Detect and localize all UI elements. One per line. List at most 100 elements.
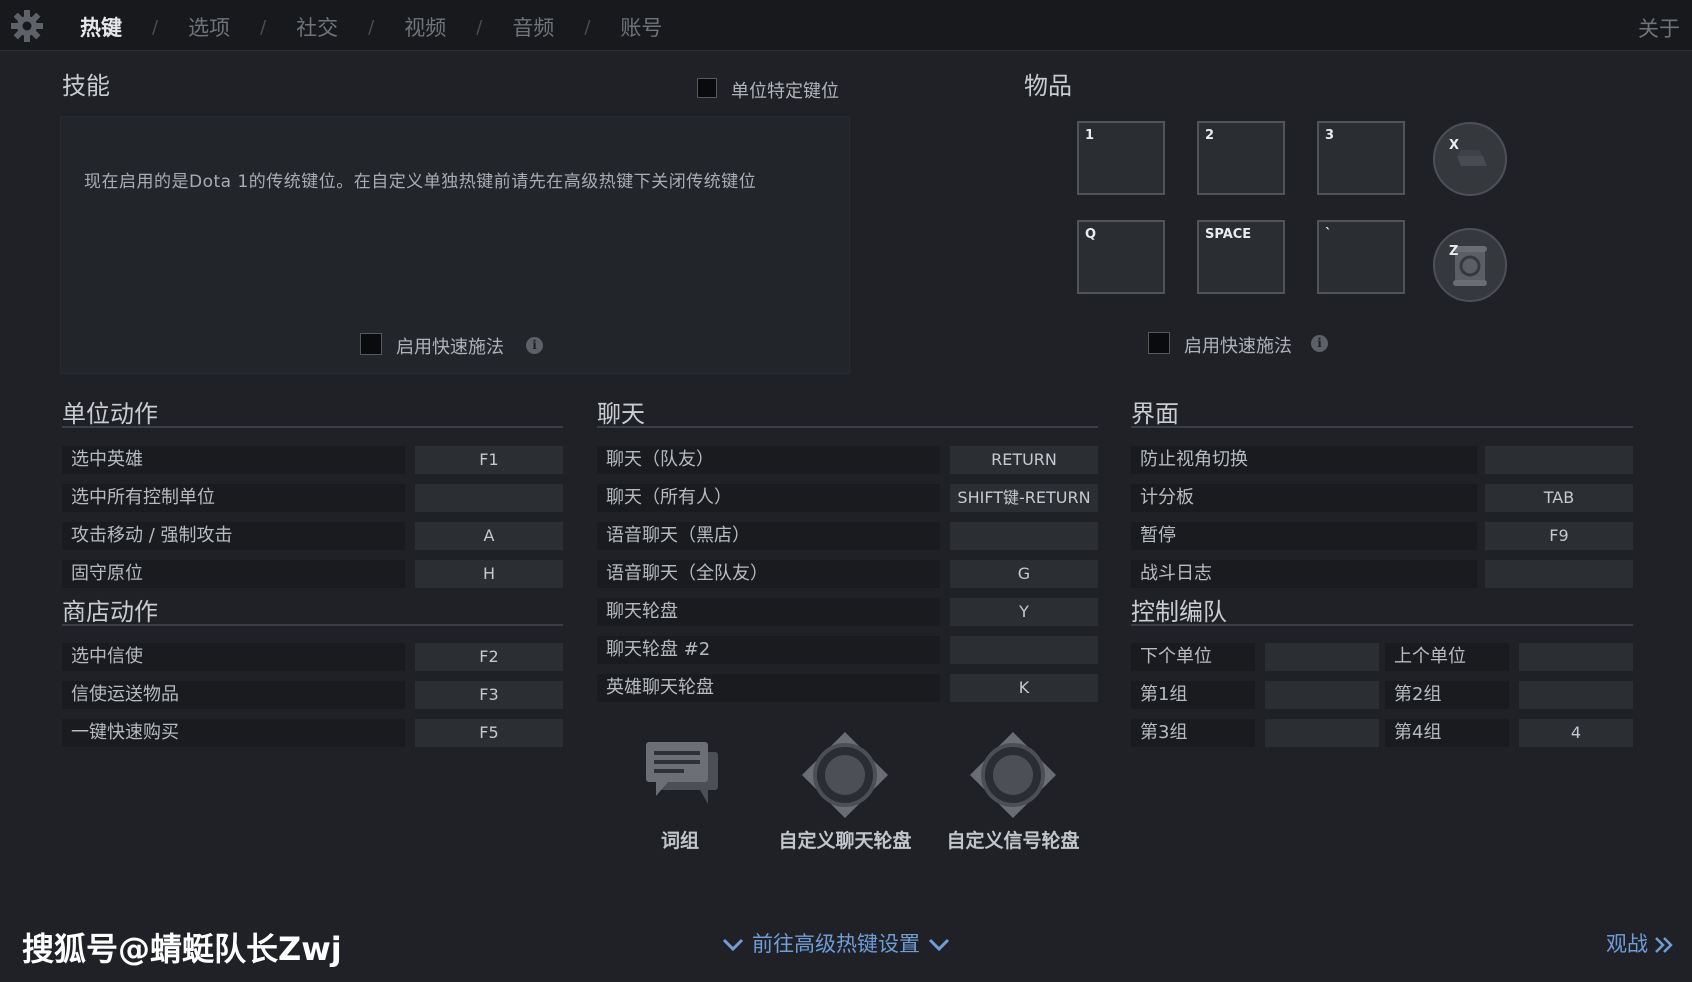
top-bar: 热键 / 选项 / 社交 / 视频 / 音频 / 账号 关于 (0, 0, 1692, 51)
chat-wheel-icon (802, 732, 888, 818)
info-icon[interactable]: i (526, 337, 543, 354)
unit-specific-checkbox[interactable] (697, 78, 717, 98)
hotkey-binding[interactable]: A (415, 522, 563, 550)
hotkey-binding[interactable]: RETURN (950, 446, 1098, 474)
hotkey-binding[interactable] (950, 522, 1098, 550)
control-group-row: 第2组 (1385, 681, 1633, 709)
tab-audio[interactable]: 音频 (512, 12, 554, 42)
control-groups-title: 控制编队 (1131, 598, 1227, 626)
tab-separator: / (260, 16, 267, 38)
skills-quickcast-label: 启用快速施法 (396, 337, 504, 358)
custom-ping-wheel-button[interactable]: 自定义信号轮盘 (938, 730, 1088, 858)
hotkey-binding[interactable] (1485, 446, 1633, 474)
hotkey-binding[interactable]: H (415, 560, 563, 588)
custom-chat-wheel-label: 自定义聊天轮盘 (778, 830, 912, 852)
control-group-binding[interactable] (1265, 643, 1379, 671)
tab-account[interactable]: 账号 (620, 12, 662, 42)
tab-options[interactable]: 选项 (188, 12, 230, 42)
skills-quickcast-checkbox[interactable] (360, 333, 382, 355)
spectate-link[interactable]: 观战 (1606, 928, 1674, 958)
hotkey-binding[interactable] (1485, 560, 1633, 588)
double-chevron-right-icon (1655, 937, 1673, 953)
control-group-binding[interactable] (1265, 681, 1379, 709)
hotkey-binding[interactable]: G (950, 560, 1098, 588)
hotkey-label: 聊天轮盘 #2 (597, 636, 940, 664)
unit-specific-label: 单位特定键位 (731, 81, 839, 102)
item-slot-2[interactable]: 2 (1197, 121, 1285, 195)
control-group-label: 上个单位 (1385, 643, 1509, 671)
tab-video[interactable]: 视频 (404, 12, 446, 42)
ping-wheel-icon (970, 732, 1056, 818)
hotkey-row: 暂停 F9 (1131, 522, 1633, 550)
hotkey-label: 聊天（所有人） (597, 484, 940, 512)
hotkey-binding[interactable]: F9 (1485, 522, 1633, 550)
control-group-row: 第3组 (1131, 719, 1379, 747)
control-group-binding[interactable] (1265, 719, 1379, 747)
control-group-label: 第3组 (1131, 719, 1255, 747)
tab-separator: / (152, 16, 159, 38)
control-group-label: 第4组 (1385, 719, 1509, 747)
neutral-item-slot[interactable]: X (1433, 122, 1507, 196)
control-group-binding[interactable] (1519, 643, 1633, 671)
hotkey-row: 一键快速购买 F5 (62, 719, 563, 747)
teleport-slot-key: Z (1449, 244, 1459, 259)
hotkey-label: 防止视角切换 (1131, 446, 1477, 474)
hotkey-binding[interactable]: TAB (1485, 484, 1633, 512)
hotkey-binding[interactable] (950, 636, 1098, 664)
hotkey-row: 防止视角切换 (1131, 446, 1633, 474)
items-quickcast-checkbox[interactable] (1148, 332, 1170, 354)
hotkey-row: 聊天轮盘 Y (597, 598, 1098, 626)
control-group-binding[interactable] (1519, 681, 1633, 709)
about-link[interactable]: 关于 (1638, 13, 1680, 43)
item-slot-5[interactable]: SPACE (1197, 220, 1285, 294)
hotkey-row: 语音聊天（全队友） G (597, 560, 1098, 588)
teleport-scroll-slot[interactable]: Z (1433, 228, 1507, 302)
item-slot-key: 3 (1325, 128, 1335, 143)
hotkey-binding[interactable]: SHIFT键-RETURN (950, 484, 1098, 512)
hotkey-label: 聊天（队友） (597, 446, 940, 474)
phrases-button[interactable]: 词组 (630, 738, 730, 858)
custom-chat-wheel-button[interactable]: 自定义聊天轮盘 (770, 730, 920, 858)
hotkey-binding[interactable]: K (950, 674, 1098, 702)
hotkey-binding[interactable] (415, 484, 563, 512)
items-quickcast-label: 启用快速施法 (1184, 336, 1292, 357)
control-group-binding[interactable]: 4 (1519, 719, 1633, 747)
control-group-label: 下个单位 (1131, 643, 1255, 671)
hotkey-label: 信使运送物品 (62, 681, 405, 709)
chevron-down-icon (928, 938, 950, 952)
tab-separator: / (476, 16, 483, 38)
item-slot-4[interactable]: Q (1077, 220, 1165, 294)
tab-hotkeys[interactable]: 热键 (80, 12, 122, 42)
section-divider (1131, 624, 1633, 626)
control-group-label: 第2组 (1385, 681, 1509, 709)
hotkey-binding[interactable]: F2 (415, 643, 563, 671)
tab-social[interactable]: 社交 (296, 12, 338, 42)
hotkey-row: 选中英雄 F1 (62, 446, 563, 474)
info-icon[interactable]: i (1311, 335, 1328, 352)
unit-actions-title: 单位动作 (62, 400, 158, 428)
hotkey-binding[interactable]: F1 (415, 446, 563, 474)
teleport-scroll-icon (1453, 246, 1487, 286)
item-slot-6[interactable]: ` (1317, 220, 1405, 294)
hotkey-binding[interactable]: F5 (415, 719, 563, 747)
item-slot-key: ` (1325, 227, 1332, 242)
custom-ping-wheel-label: 自定义信号轮盘 (946, 830, 1080, 852)
hotkey-row: 攻击移动 / 强制攻击 A (62, 522, 563, 550)
advanced-hotkeys-link[interactable]: 前往高级热键设置 (722, 928, 950, 958)
watermark: 搜狐号@蜻蜓队长Zwj (22, 930, 342, 968)
item-slot-key: SPACE (1205, 227, 1252, 242)
control-group-label: 第1组 (1131, 681, 1255, 709)
item-slot-key: 1 (1085, 128, 1095, 143)
hotkey-label: 选中英雄 (62, 446, 405, 474)
section-divider (597, 426, 1098, 428)
hotkey-binding[interactable]: Y (950, 598, 1098, 626)
hotkey-row: 英雄聊天轮盘 K (597, 674, 1098, 702)
hotkey-binding[interactable]: F3 (415, 681, 563, 709)
item-slot-1[interactable]: 1 (1077, 121, 1165, 195)
spectate-label: 观战 (1606, 932, 1648, 956)
chevron-down-icon (722, 938, 744, 952)
hotkey-row: 语音聊天（黑店） (597, 522, 1098, 550)
hotkey-label: 战斗日志 (1131, 560, 1477, 588)
item-slot-3[interactable]: 3 (1317, 121, 1405, 195)
gear-icon[interactable] (10, 9, 44, 43)
